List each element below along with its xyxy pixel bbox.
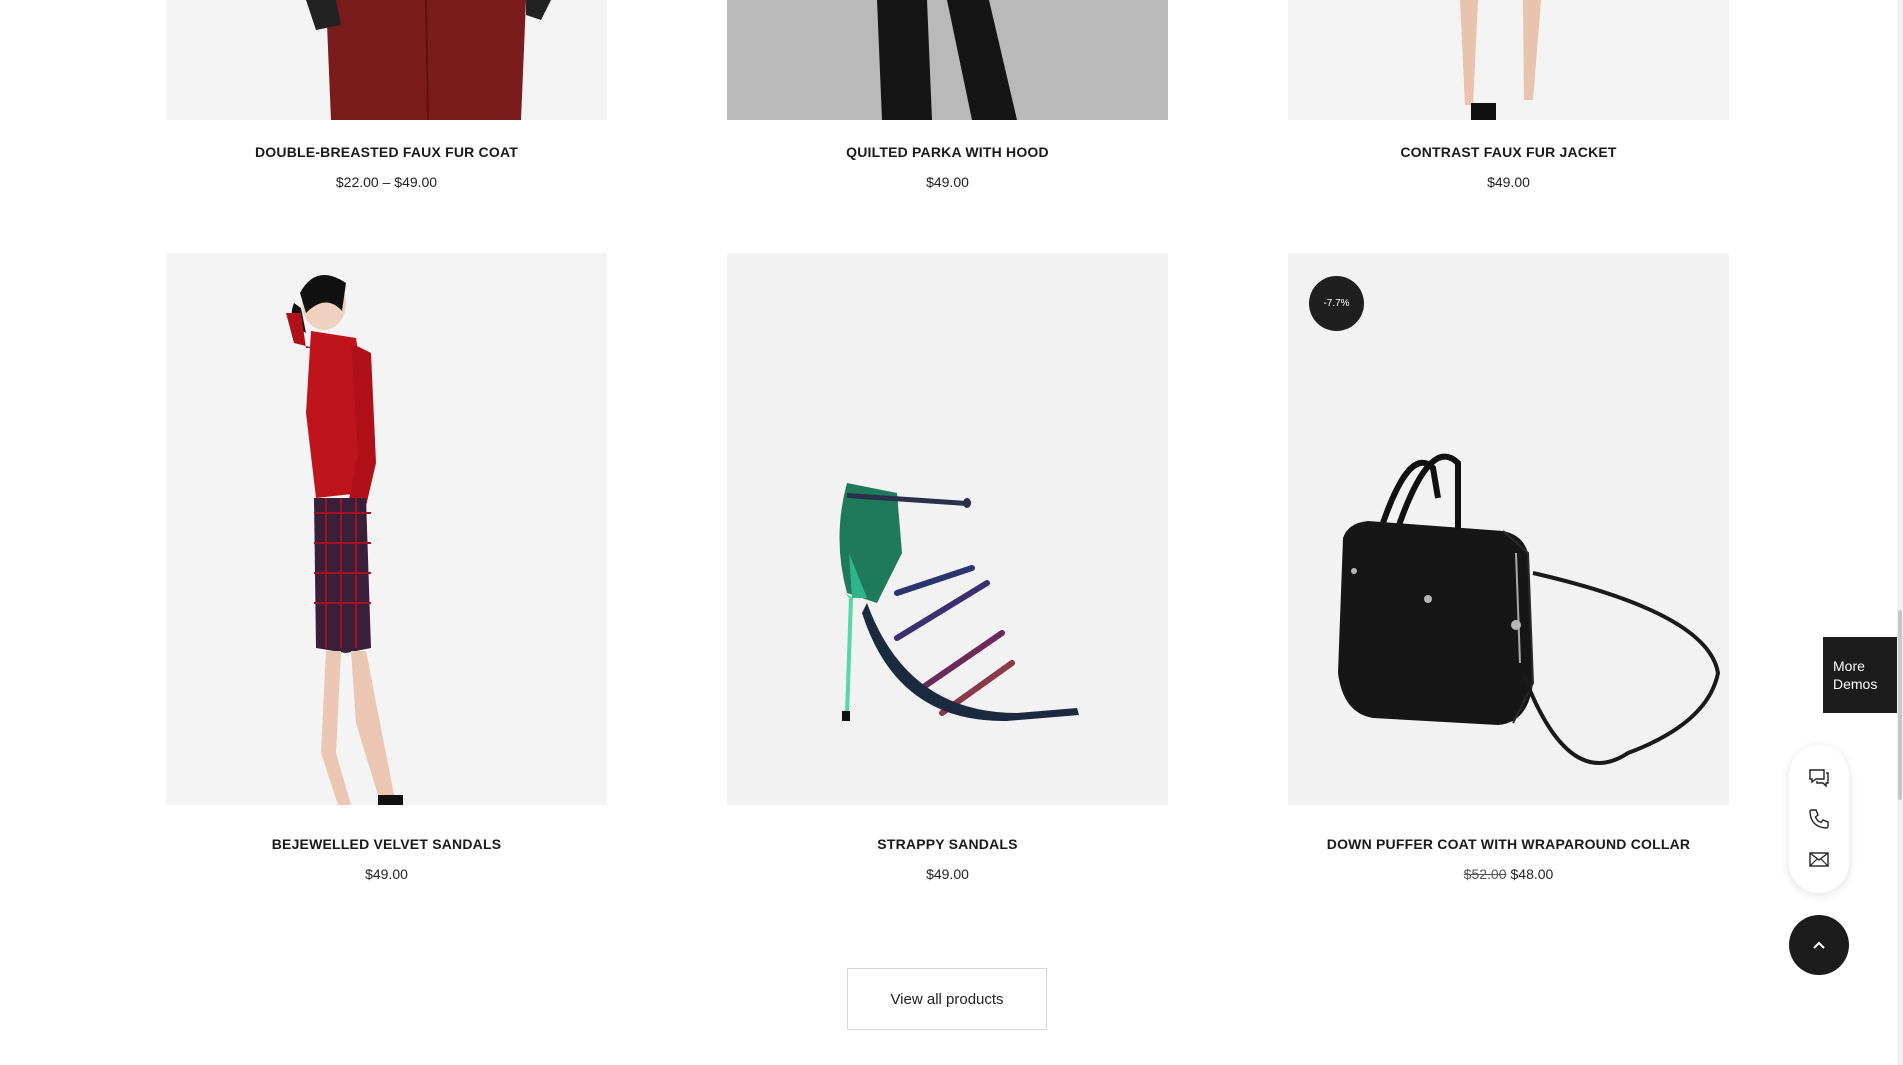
product-image[interactable] (727, 0, 1168, 120)
product-card[interactable]: CONTRAST FAUX FUR JACKET $49.00 (1288, 0, 1729, 190)
product-photo-sweater-model (286, 275, 403, 805)
back-to-top-button[interactable] (1789, 915, 1849, 975)
product-title[interactable]: QUILTED PARKA WITH HOOD (727, 144, 1168, 160)
scrollbar[interactable] (1897, 0, 1903, 1065)
contact-bar (1789, 745, 1849, 893)
scrollbar-thumb[interactable] (1898, 610, 1902, 800)
product-price: $22.00 – $49.00 (335, 174, 438, 190)
mail-icon[interactable] (1807, 847, 1831, 871)
product-price: $49.00 (926, 866, 969, 882)
page: DOUBLE-BREASTED FAUX FUR COAT $22.00 – $… (0, 0, 1903, 1065)
product-image[interactable]: -7.7% (1288, 253, 1729, 805)
product-card[interactable]: QUILTED PARKA WITH HOOD $49.00 (727, 0, 1168, 190)
product-photo-handbag (1338, 453, 1721, 765)
product-price: $49.00 (926, 174, 969, 190)
product-title[interactable]: STRAPPY SANDALS (727, 836, 1168, 852)
product-card[interactable]: -7.7% DOWN PUFFER COAT WITH WRAPAROUND C… (1288, 253, 1729, 882)
chat-icon[interactable] (1807, 765, 1831, 789)
product-old-price: $52.00 (1463, 866, 1507, 882)
product-title[interactable]: CONTRAST FAUX FUR JACKET (1288, 144, 1729, 160)
product-sale-price: $48.00 (1510, 866, 1554, 882)
sale-badge: -7.7% (1309, 276, 1364, 331)
product-card[interactable]: STRAPPY SANDALS $49.00 (727, 253, 1168, 882)
product-photo-strappy-sandal (839, 483, 1079, 722)
product-card[interactable]: BEJEWELLED VELVET SANDALS $49.00 (166, 253, 607, 882)
product-image[interactable] (166, 0, 607, 120)
product-photo-coat (306, 0, 551, 120)
product-price: $49.00 (365, 866, 408, 882)
product-image[interactable] (1288, 0, 1729, 120)
product-price: $52.00 $48.00 (1288, 866, 1729, 882)
product-photo-parka (877, 0, 1017, 120)
product-image[interactable] (166, 253, 607, 805)
product-price: $49.00 (1487, 174, 1530, 190)
phone-icon[interactable] (1807, 807, 1831, 831)
product-card[interactable]: DOUBLE-BREASTED FAUX FUR COAT $22.00 – $… (166, 0, 607, 190)
product-title[interactable]: BEJEWELLED VELVET SANDALS (166, 836, 607, 852)
product-title[interactable]: DOWN PUFFER COAT WITH WRAPAROUND COLLAR (1288, 836, 1729, 852)
more-demos-button[interactable]: More Demos (1823, 637, 1899, 713)
product-photo-jacket (1460, 0, 1541, 120)
product-image[interactable] (727, 253, 1168, 805)
product-title[interactable]: DOUBLE-BREASTED FAUX FUR COAT (166, 144, 607, 160)
chevron-up-icon (1813, 941, 1825, 949)
view-all-products-button[interactable]: View all products (847, 968, 1047, 1030)
